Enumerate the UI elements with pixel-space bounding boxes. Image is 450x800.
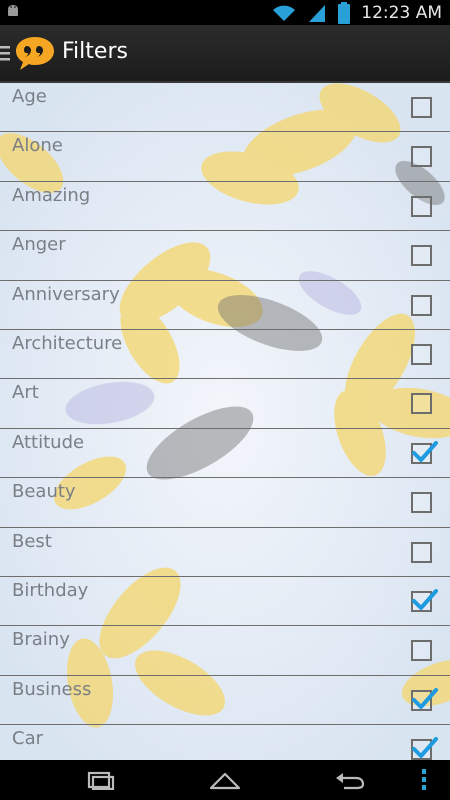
signal-icon bbox=[309, 5, 326, 22]
filter-row[interactable]: Age bbox=[0, 83, 450, 133]
filter-label: Beauty bbox=[12, 481, 76, 503]
filter-label: Brainy bbox=[12, 629, 70, 651]
filter-row[interactable]: Beauty bbox=[0, 478, 450, 528]
filter-label: Best bbox=[12, 530, 52, 552]
filter-label: Alone bbox=[12, 135, 63, 157]
filter-row[interactable]: Alone bbox=[0, 132, 450, 182]
filter-row[interactable]: Art bbox=[0, 379, 450, 429]
menu-icon bbox=[422, 769, 426, 790]
filter-checkbox[interactable] bbox=[411, 640, 432, 662]
action-bar: Filters bbox=[0, 25, 450, 83]
recent-apps-button[interactable] bbox=[70, 766, 130, 794]
drawer-menu-icon[interactable] bbox=[0, 44, 12, 62]
filter-row[interactable]: Best bbox=[0, 528, 450, 577]
filter-checkbox[interactable] bbox=[411, 294, 432, 316]
back-button[interactable] bbox=[320, 766, 380, 794]
filter-checkbox[interactable] bbox=[411, 195, 432, 217]
filter-label: Architecture bbox=[12, 332, 123, 354]
filter-checkbox[interactable] bbox=[411, 737, 438, 760]
filter-label: Birthday bbox=[12, 579, 89, 601]
filter-row[interactable]: Anniversary bbox=[0, 281, 450, 330]
filter-list: Age Alone Amazing Anger Anniversary Architect… bbox=[0, 83, 450, 760]
quote-bubble-icon[interactable] bbox=[14, 34, 56, 72]
checkmark-icon bbox=[412, 440, 438, 462]
filter-label: Anger bbox=[12, 234, 66, 256]
filter-row[interactable]: Business bbox=[0, 676, 450, 726]
filter-label: Business bbox=[12, 678, 92, 700]
filter-checkbox[interactable] bbox=[411, 146, 432, 168]
filter-label: Anniversary bbox=[12, 283, 120, 305]
filter-label: Amazing bbox=[12, 184, 91, 206]
status-time: 12:23 AM bbox=[361, 3, 442, 23]
filter-checkbox[interactable] bbox=[411, 492, 432, 514]
filter-label: Attitude bbox=[12, 431, 85, 453]
filter-checkbox[interactable] bbox=[411, 588, 438, 612]
status-bar: 12:23 AM bbox=[0, 0, 450, 25]
filter-row[interactable]: Car bbox=[0, 725, 450, 760]
checkmark-icon bbox=[412, 737, 438, 759]
filter-checkbox[interactable] bbox=[411, 343, 432, 365]
wifi-icon bbox=[273, 5, 296, 21]
overflow-menu-button[interactable] bbox=[410, 766, 438, 794]
filter-row[interactable]: Brainy bbox=[0, 626, 450, 676]
filter-checkbox[interactable] bbox=[411, 440, 438, 464]
filter-label: Art bbox=[12, 382, 39, 404]
filter-label: Car bbox=[12, 728, 43, 750]
filter-row[interactable]: Birthday bbox=[0, 577, 450, 627]
filter-checkbox[interactable] bbox=[411, 393, 432, 415]
home-button[interactable] bbox=[195, 766, 255, 794]
filter-row[interactable]: Attitude bbox=[0, 429, 450, 479]
page-title: Filters bbox=[62, 39, 128, 64]
filter-row[interactable]: Amazing bbox=[0, 182, 450, 232]
filter-checkbox[interactable] bbox=[411, 687, 438, 711]
filter-checkbox[interactable] bbox=[411, 541, 432, 563]
filter-checkbox[interactable] bbox=[411, 97, 432, 118]
android-icon bbox=[8, 5, 18, 16]
home-icon bbox=[209, 772, 241, 790]
navigation-bar bbox=[0, 760, 450, 800]
battery-icon bbox=[338, 2, 351, 24]
filter-row[interactable]: Architecture bbox=[0, 330, 450, 380]
filter-label: Age bbox=[12, 86, 47, 107]
checkmark-icon bbox=[412, 687, 438, 709]
checkmark-icon bbox=[412, 588, 438, 610]
filter-row[interactable]: Anger bbox=[0, 231, 450, 281]
filter-checkbox[interactable] bbox=[411, 245, 432, 267]
recent-apps-icon bbox=[87, 771, 115, 790]
filter-list-area[interactable]: Age Alone Amazing Anger Anniversary Architect… bbox=[0, 83, 450, 760]
back-icon bbox=[336, 773, 365, 790]
